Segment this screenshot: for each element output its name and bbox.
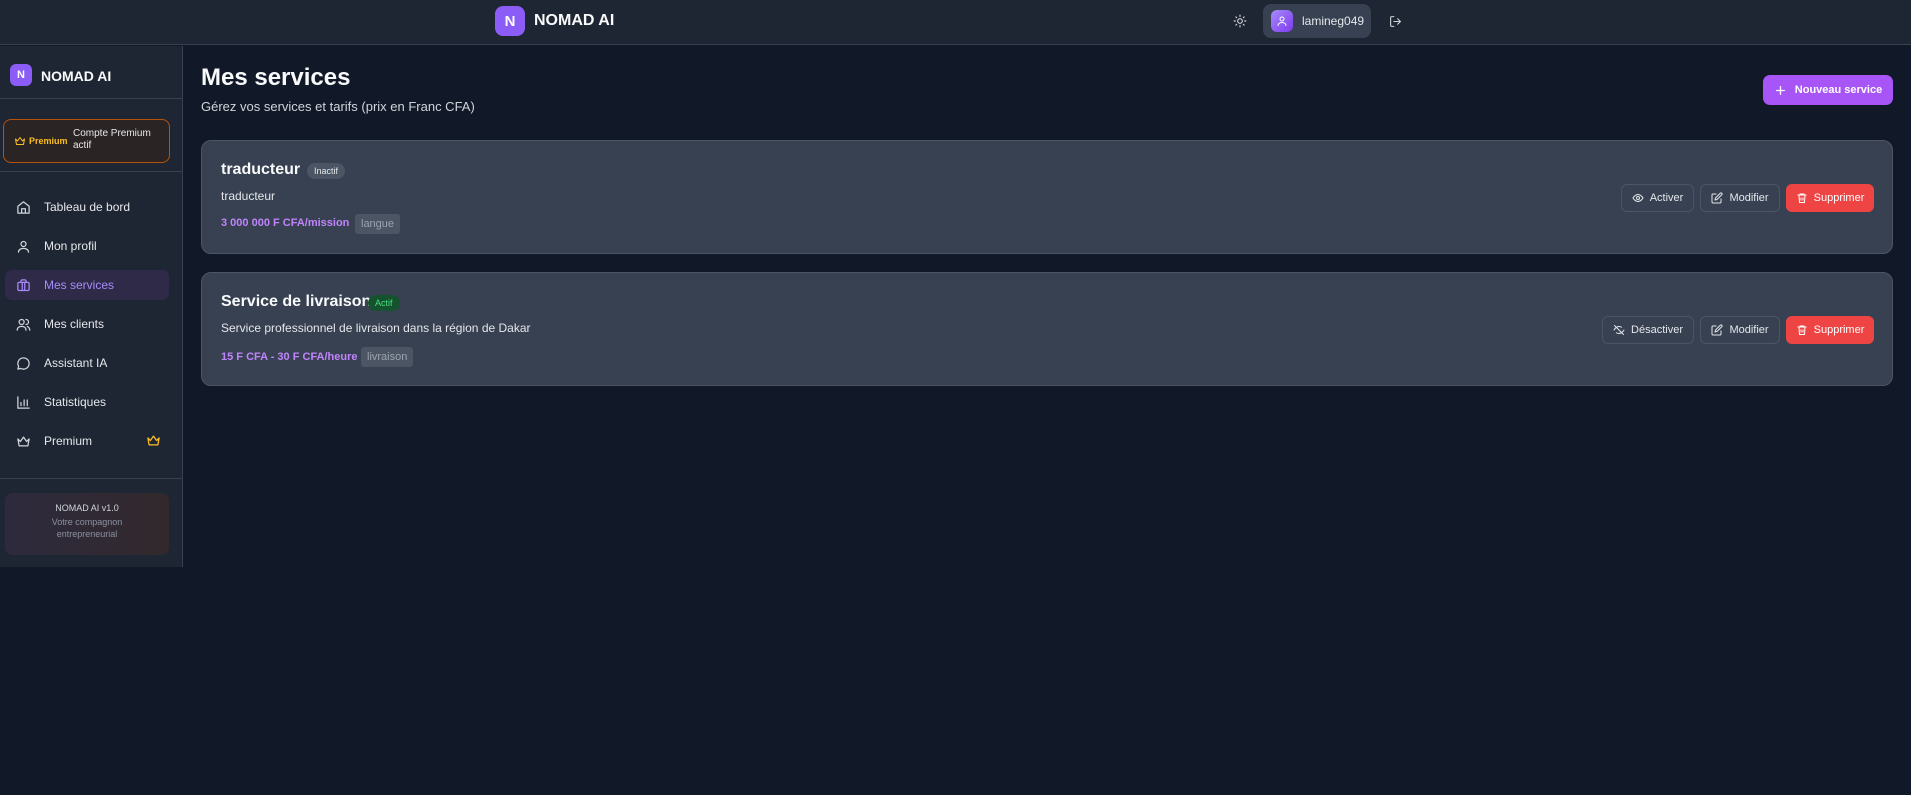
page-subtitle: Gérez vos services et tarifs (prix en Fr…	[201, 99, 475, 114]
new-service-label: Nouveau service	[1794, 84, 1883, 96]
premium-badge: Premium	[14, 135, 68, 147]
sidebar-item-assistant[interactable]: Assistant IA	[5, 348, 169, 378]
user-menu-button[interactable]: lamineg049	[1263, 4, 1371, 38]
sidebar-brand: NOMAD AI	[41, 68, 112, 84]
sidebar-item-profile[interactable]: Mon profil	[5, 231, 169, 261]
bar-chart-icon	[15, 394, 31, 410]
trash-icon	[1797, 325, 1807, 335]
edit-button[interactable]: Modifier	[1700, 184, 1780, 212]
app-version: NOMAD AI v1.0	[55, 503, 119, 513]
sidebar-item-label: Statistiques	[44, 395, 107, 409]
edit-icon	[1711, 324, 1723, 336]
sidebar-item-label: Mes clients	[44, 317, 105, 331]
status-badge: Inactif	[307, 163, 346, 179]
sidebar-item-label: Tableau de bord	[44, 200, 131, 214]
version-card: NOMAD AI v1.0 Votre compagnon entreprene…	[5, 493, 169, 555]
delete-button[interactable]: Supprimer	[1786, 184, 1874, 212]
sidebar-item-label: Premium	[44, 434, 93, 448]
app-brand: NOMAD AI	[534, 12, 615, 29]
top-bar: N NOMAD AI lamineg049	[0, 0, 1911, 45]
plus-icon	[1775, 85, 1785, 95]
service-price: 3 000 000 F CFA/mission	[221, 217, 350, 229]
eye-off-icon	[1613, 325, 1625, 335]
premium-crown-icon	[146, 433, 161, 453]
eye-icon	[1632, 193, 1644, 203]
username: lamineg049	[1302, 14, 1365, 28]
sidebar-item-services[interactable]: Mes services	[5, 270, 169, 300]
users-icon	[15, 316, 31, 332]
crown-icon	[15, 137, 25, 145]
deactivate-button[interactable]: Désactiver	[1602, 316, 1694, 344]
page-title: Mes services	[201, 64, 351, 91]
delete-button[interactable]: Supprimer	[1786, 316, 1874, 344]
sidebar: N NOMAD AI Premium Compte Premium actif …	[0, 46, 183, 567]
edit-label: Modifier	[1729, 324, 1769, 336]
theme-toggle-button[interactable]	[1229, 10, 1251, 32]
delete-label: Supprimer	[1813, 192, 1865, 204]
service-card: traducteur Inactif traducteur 3 000 000 …	[201, 140, 1893, 254]
deactivate-label: Désactiver	[1631, 324, 1683, 336]
service-description: Service professionnel de livraison dans …	[221, 321, 531, 335]
sidebar-divider	[0, 478, 182, 479]
service-tag: langue	[355, 214, 401, 234]
user-icon	[1277, 16, 1287, 26]
service-price: 15 F CFA - 30 F CFA/heure	[221, 351, 358, 363]
sidebar-item-statistics[interactable]: Statistiques	[5, 387, 169, 417]
trash-icon	[1797, 193, 1807, 203]
edit-button[interactable]: Modifier	[1700, 316, 1780, 344]
chat-icon	[15, 355, 31, 371]
avatar	[1271, 10, 1293, 32]
user-icon	[15, 238, 31, 254]
app-logo[interactable]: N	[495, 6, 525, 36]
logout-icon	[1389, 15, 1401, 27]
sidebar-item-clients[interactable]: Mes clients	[5, 309, 169, 339]
premium-badge-label: Premium	[29, 136, 68, 146]
home-icon	[15, 199, 31, 215]
new-service-button[interactable]: Nouveau service	[1763, 75, 1893, 105]
premium-status-card: Premium Compte Premium actif	[3, 119, 170, 163]
sidebar-header: N NOMAD AI	[0, 46, 182, 99]
sidebar-item-label: Assistant IA	[44, 356, 108, 370]
crown-icon	[15, 433, 31, 449]
logout-button[interactable]	[1384, 10, 1406, 32]
sidebar-item-dashboard[interactable]: Tableau de bord	[5, 192, 169, 222]
activate-label: Activer	[1649, 192, 1684, 204]
delete-label: Supprimer	[1813, 324, 1865, 336]
sidebar-logo[interactable]: N	[10, 64, 32, 86]
edit-icon	[1711, 192, 1723, 204]
sidebar-item-label: Mon profil	[44, 239, 97, 253]
premium-status-text: Compte Premium actif	[73, 128, 151, 151]
status-badge: Actif	[368, 295, 400, 311]
sidebar-item-premium[interactable]: Premium	[5, 426, 169, 456]
service-card: Service de livraison Actif Service profe…	[201, 272, 1893, 386]
service-tag: livraison	[361, 347, 414, 367]
service-description: traducteur	[221, 189, 276, 203]
sun-icon	[1233, 14, 1247, 28]
sidebar-item-label: Mes services	[44, 278, 115, 292]
activate-button[interactable]: Activer	[1621, 184, 1694, 212]
service-name: Service de livraison	[221, 293, 372, 310]
app-tagline: Votre compagnon entrepreneurial	[51, 517, 123, 539]
edit-label: Modifier	[1729, 192, 1769, 204]
briefcase-icon	[15, 277, 31, 293]
service-name: traducteur	[221, 161, 301, 178]
